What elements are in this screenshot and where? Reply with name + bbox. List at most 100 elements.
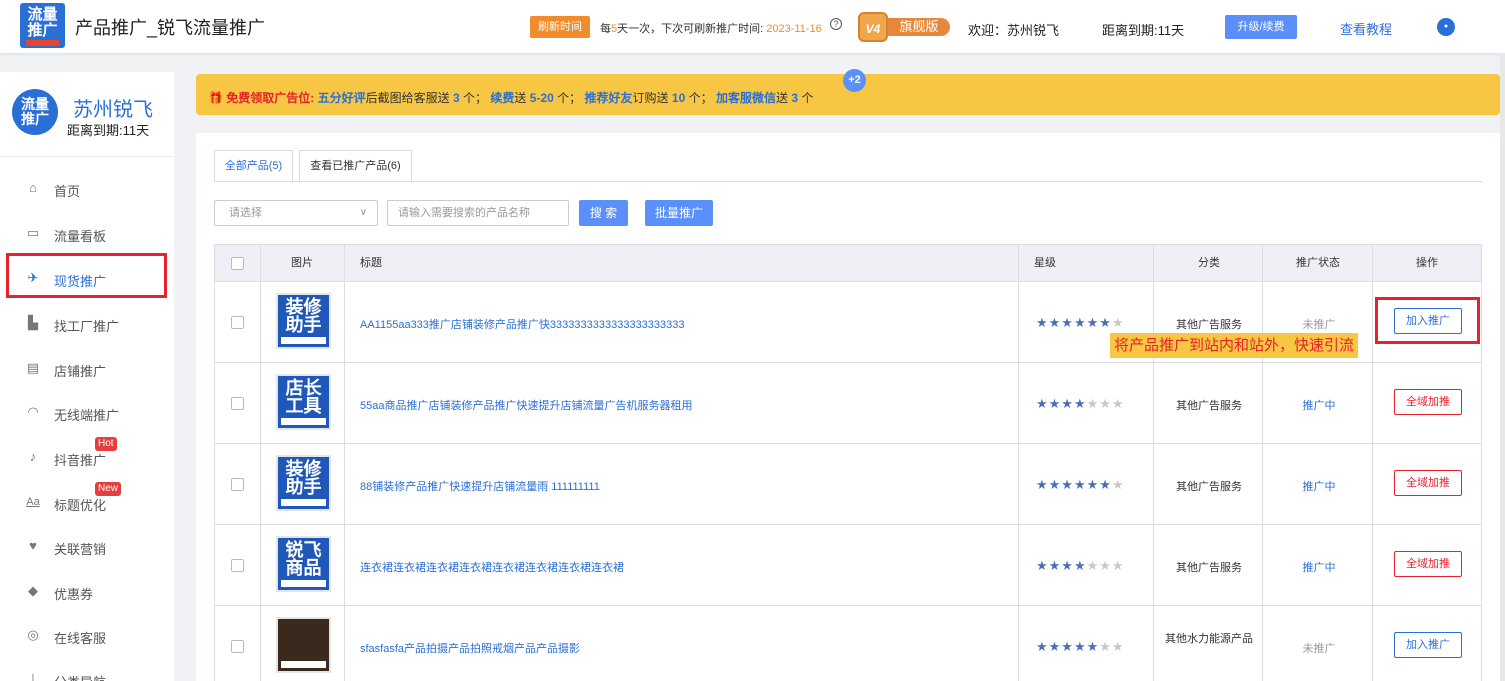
- star-rating: ★★★★★★★: [1036, 477, 1125, 492]
- product-thumbnail: 装修 助手: [276, 293, 331, 349]
- highlight-box-sidebar: [6, 253, 167, 298]
- col-stars: 星级: [1034, 257, 1056, 269]
- product-title-link[interactable]: AA1155aa333推广店铺装修产品推广快333333333333333333…: [360, 316, 685, 332]
- home-icon: ⌂: [29, 180, 37, 195]
- product-title-link[interactable]: 88铺装修产品推广快速提升店铺流量雨 111111111: [360, 478, 600, 494]
- headset-icon: ◎: [27, 627, 39, 642]
- row-checkbox[interactable]: [231, 316, 244, 329]
- global-boost-button[interactable]: 全域加推: [1394, 470, 1462, 496]
- top-header: 流量 推广 产品推广_锐飞流量推广 刷新时间 每5天一次，下次可刷新推广时间: …: [0, 0, 1505, 54]
- product-thumbnail: 锐飞 商品: [276, 536, 331, 592]
- product-title-link[interactable]: 55aa商品推广店铺装修产品推广快速提升店铺流量广告机服务器租用: [360, 397, 692, 413]
- product-category: 其他广告服务: [1176, 562, 1242, 574]
- sidebar-item-traffic-board[interactable]: ▭ 流量看板: [0, 211, 174, 255]
- row-checkbox[interactable]: [231, 397, 244, 410]
- tab-divider: [214, 181, 1482, 182]
- col-title: 标题: [360, 257, 382, 269]
- sidebar-item-related-marketing[interactable]: ♥ 关联营销: [0, 524, 174, 568]
- factory-icon: ▙: [28, 315, 38, 330]
- banner-text: 🎁 免费领取广告位: 五分好评后截图给客服送 3 个； 续费送 5-20 个； …: [208, 91, 814, 105]
- product-category: 其他广告服务: [1176, 481, 1242, 493]
- star-rating: ★★★★★★★: [1036, 558, 1125, 573]
- chevron-down-icon: ∨: [359, 207, 367, 218]
- search-input[interactable]: 请输入需要搜索的产品名称: [387, 200, 569, 226]
- star-rating: ★★★★★★★: [1036, 315, 1125, 330]
- col-status: 推广状态: [1296, 257, 1340, 269]
- category-select[interactable]: 请选择 ∨: [214, 200, 378, 226]
- table-row: 锐飞 商品 连衣裙连衣裙连衣裙连衣裙连衣裙连衣裙连衣裙连衣裙 ★★★★★★★ 其他…: [214, 525, 1482, 606]
- highlight-box-action: [1375, 297, 1480, 344]
- table-row: sfasfasfa产品拍摄产品拍照戒烟产品产品摄影 ★★★★★★★ 其他水力能源…: [214, 606, 1482, 681]
- join-promo-button[interactable]: 加入推广: [1394, 632, 1462, 658]
- select-all-checkbox[interactable]: [231, 257, 244, 270]
- sidebar-item-title-optimize[interactable]: Aa 标题优化 New: [0, 480, 174, 524]
- table-row: 装修 助手 88铺装修产品推广快速提升店铺流量雨 111111111 ★★★★★★…: [214, 444, 1482, 525]
- shop-name: 苏州锐飞: [73, 99, 153, 121]
- sidebar-divider: [0, 156, 174, 157]
- sidebar-item-coupon[interactable]: ◆ 优惠券: [0, 569, 174, 613]
- tab-all-products[interactable]: 全部产品(5): [214, 150, 293, 182]
- product-category: 其他水力能源产品: [1165, 633, 1253, 645]
- global-boost-button[interactable]: 全域加推: [1394, 551, 1462, 577]
- handshake-icon: ♥: [29, 538, 37, 553]
- sidebar-item-factory-promo[interactable]: ▙ 找工厂推广: [0, 301, 174, 345]
- hot-badge: Hot: [95, 437, 117, 451]
- welcome-text: 欢迎：苏州锐飞: [968, 23, 1060, 38]
- sidebar-item-store-promo[interactable]: ▤ 店铺推广: [0, 346, 174, 390]
- sidebar-item-home[interactable]: ⌂ 首页: [0, 166, 174, 210]
- promo-status: 推广中: [1302, 562, 1336, 574]
- row-checkbox[interactable]: [231, 478, 244, 491]
- promo-status: 推广中: [1302, 481, 1336, 493]
- text-icon: Aa: [26, 496, 40, 508]
- col-action: 操作: [1416, 257, 1438, 269]
- row-checkbox[interactable]: [231, 640, 244, 653]
- upgrade-button[interactable]: 升级/续费: [1225, 15, 1297, 39]
- search-button[interactable]: 搜 索: [579, 200, 628, 226]
- user-avatar-icon[interactable]: ●: [1437, 18, 1455, 36]
- expire-text: 距离到期:11天: [1102, 23, 1185, 38]
- wifi-icon: ◠: [27, 404, 39, 419]
- store-icon: ▤: [26, 360, 40, 375]
- col-category: 分类: [1198, 257, 1220, 269]
- sidebar-item-wireless-promo[interactable]: ◠ 无线端推广: [0, 390, 174, 434]
- coupon-tag-icon: ◆: [28, 583, 38, 598]
- row-checkbox[interactable]: [231, 559, 244, 572]
- col-image: 图片: [291, 257, 313, 269]
- sidebar-item-category-nav[interactable]: ⊥ 分类导航: [0, 657, 174, 681]
- sitemap-icon: ⊥: [27, 671, 39, 681]
- product-category: 其他广告服务: [1176, 400, 1242, 412]
- global-boost-button[interactable]: 全域加推: [1394, 389, 1462, 415]
- product-thumbnail: [276, 617, 331, 673]
- vip-badge: 旗舰版 V4: [858, 12, 950, 42]
- promo-status: 推广中: [1302, 400, 1336, 412]
- page-title: 产品推广_锐飞流量推广: [75, 18, 266, 38]
- refresh-info: 每5天一次，下次可刷新推广时间: 2023-11-16: [600, 23, 822, 35]
- shop-logo: 流量 推广: [12, 89, 58, 135]
- page-scrollbar[interactable]: [1500, 54, 1505, 681]
- shop-expire: 距离到期:11天: [67, 123, 150, 138]
- table-row: 店长 工具 55aa商品推广店铺装修产品推广快速提升店铺流量广告机服务器租用 ★★…: [214, 363, 1482, 444]
- product-category: 其他广告服务: [1176, 319, 1242, 331]
- sidebar-item-online-service[interactable]: ◎ 在线客服: [0, 613, 174, 657]
- new-badge: New: [95, 482, 122, 496]
- product-title-link[interactable]: 连衣裙连衣裙连衣裙连衣裙连衣裙连衣裙连衣裙连衣裙: [360, 559, 624, 575]
- star-rating: ★★★★★★★: [1036, 639, 1125, 654]
- promo-status: 未推广: [1302, 643, 1336, 655]
- help-icon[interactable]: ?: [830, 18, 842, 30]
- table-header: 图片 标题 星级 分类 推广状态 操作: [214, 244, 1482, 282]
- product-title-link[interactable]: sfasfasfa产品拍摄产品拍照戒烟产品产品摄影: [360, 640, 580, 656]
- music-icon: ♪: [29, 449, 37, 464]
- sidebar: 流量 推广 苏州锐飞 距离到期:11天 ⌂ 首页 ▭ 流量看板 ✈ 现货推广 ▙…: [0, 72, 174, 681]
- gift-icon: 🎁: [208, 91, 223, 105]
- refresh-time-button[interactable]: 刷新时间: [530, 16, 590, 38]
- app-logo: 流量 推广: [20, 3, 65, 48]
- tutorial-link[interactable]: 查看教程: [1340, 19, 1392, 38]
- promo-tooltip: 将产品推广到站内和站外，快速引流: [1110, 333, 1359, 358]
- product-thumbnail: 店长 工具: [276, 374, 331, 430]
- tab-promoted-products[interactable]: 查看已推广产品(6): [299, 150, 412, 182]
- plus-count-badge: +2: [843, 69, 866, 92]
- monitor-icon: ▭: [26, 225, 40, 240]
- product-thumbnail: 装修 助手: [276, 455, 331, 511]
- batch-promote-button[interactable]: 批量推广: [645, 200, 713, 226]
- sidebar-item-douyin-promo[interactable]: ♪ 抖音推广 Hot: [0, 435, 174, 479]
